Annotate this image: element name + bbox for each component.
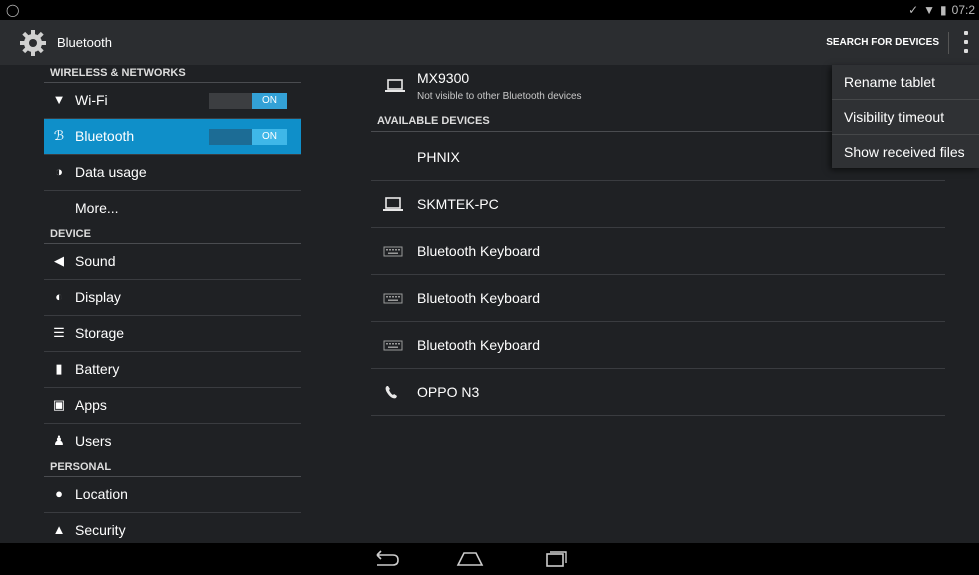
battery-icon: ▮ [55,361,63,376]
overflow-menu-icon[interactable] [963,31,969,53]
device-row[interactable]: Bluetooth Keyboard [371,275,945,322]
sidebar-item-location[interactable]: ● Location [44,477,301,513]
status-icons: ✓ ▼ ▮ 07:2 [908,3,975,17]
page-title: Bluetooth [57,35,112,50]
overflow-popup-menu: Rename tablet Visibility timeout Show re… [832,65,979,168]
keyboard-icon [383,293,403,304]
device-row[interactable]: SKMTEK-PC [371,181,945,228]
sidebar-item-wifi[interactable]: ▼ Wi-Fi ON [44,83,301,119]
bluetooth-status-icon: ✓ [908,3,919,17]
sidebar-item-data-usage[interactable]: ◑ Data usage [44,155,301,191]
device-visibility-status: Not visible to other Bluetooth devices [417,91,582,102]
wifi-icon: ▼ [52,92,66,107]
recent-apps-icon[interactable] [535,549,575,569]
battery-status-icon: ▮ [940,3,947,17]
lock-icon: ▲ [52,522,66,537]
location-pin-icon: ● [55,486,63,501]
device-name: Bluetooth Keyboard [417,243,540,259]
laptop-icon [383,197,403,211]
sidebar-item-label: Storage [75,325,125,341]
sidebar-item-display[interactable]: ◐ Display [44,280,301,316]
wifi-toggle[interactable]: ON [209,93,287,109]
keyboard-icon [383,246,403,257]
device-name: MX9300 [417,70,470,86]
menu-item-visibility-timeout[interactable]: Visibility timeout [832,100,979,135]
search-for-devices-button[interactable]: SEARCH FOR DEVICES [826,37,939,48]
phone-icon [385,386,397,399]
keyboard-icon [383,340,403,351]
device-row[interactable]: Bluetooth Keyboard [371,322,945,369]
action-bar: Bluetooth SEARCH FOR DEVICES [0,20,979,65]
navigation-bar [0,543,979,575]
sidebar-item-label: Wi-Fi [75,92,108,108]
bluetooth-toggle[interactable]: ON [209,129,287,145]
clock: 07:2 [951,3,975,17]
sidebar-item-users[interactable]: ♟ Users [44,424,301,459]
device-name: SKMTEK-PC [417,196,499,212]
sidebar-item-label: Data usage [75,164,147,180]
laptop-icon [385,79,405,92]
device-row[interactable]: Bluetooth Keyboard [371,228,945,275]
users-icon: ♟ [53,433,65,448]
sidebar-item-security[interactable]: ▲ Security [44,513,301,543]
device-row[interactable]: OPPO N3 [371,369,945,416]
menu-item-show-received-files[interactable]: Show received files [832,135,979,169]
sidebar-item-bluetooth[interactable]: ℬ Bluetooth ON [44,119,301,155]
headset-icon: ◯ [6,3,20,17]
settings-gear-icon[interactable] [20,30,46,56]
menu-item-rename-tablet[interactable]: Rename tablet [832,65,979,100]
sidebar-item-label: Location [75,486,128,502]
section-header-device: DEVICE [44,226,301,244]
section-header-wireless: WIRELESS & NETWORKS [44,65,301,83]
device-name: OPPO N3 [417,384,480,400]
brightness-icon: ◐ [55,289,63,304]
speaker-icon: ◀ [54,253,64,268]
status-bar: ◯ ✓ ▼ ▮ 07:2 [0,0,979,20]
apps-icon: ▣ [52,397,66,412]
sidebar-item-label: More... [75,200,119,216]
sidebar-item-battery[interactable]: ▮ Battery [44,352,301,388]
sidebar-item-label: Apps [75,397,107,413]
sidebar-item-apps[interactable]: ▣ Apps [44,388,301,424]
sidebar-item-sound[interactable]: ◀ Sound [44,244,301,280]
sidebar-item-label: Display [75,289,121,305]
sidebar-item-label: Security [75,522,126,538]
data-usage-icon: ◑ [55,164,63,179]
sidebar-item-label: Battery [75,361,120,377]
sidebar-item-label: Users [75,433,112,449]
wifi-status-icon: ▼ [923,3,936,17]
sidebar-item-more[interactable]: More... [44,191,301,226]
storage-icon: ☰ [53,325,65,340]
settings-sidebar: WIRELESS & NETWORKS ▼ Wi-Fi ON ℬ Bluetoo… [0,65,301,543]
device-name: PHNIX [417,149,460,165]
bluetooth-icon: ℬ [53,128,65,143]
device-name: Bluetooth Keyboard [417,290,540,306]
device-name: Bluetooth Keyboard [417,337,540,353]
sidebar-item-label: Sound [75,253,116,269]
sidebar-item-storage[interactable]: ☰ Storage [44,316,301,352]
back-icon[interactable] [365,549,405,569]
section-header-personal: PERSONAL [44,459,301,477]
actionbar-divider [948,32,949,54]
sidebar-item-label: Bluetooth [75,128,135,144]
home-icon[interactable] [450,549,490,569]
